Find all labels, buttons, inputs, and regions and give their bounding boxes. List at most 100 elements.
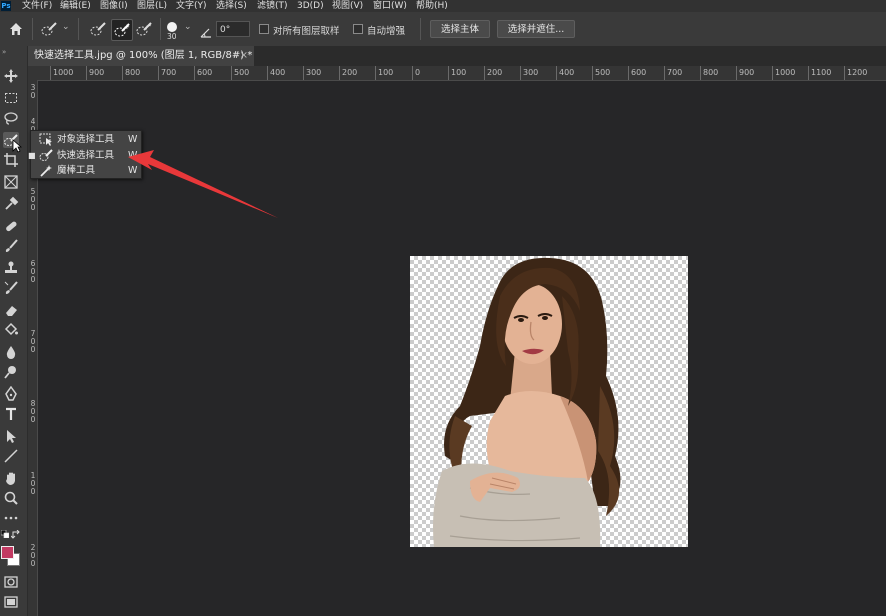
healing-brush-tool-icon[interactable] — [3, 218, 19, 234]
flyout-item-object-selection[interactable]: 对象选择工具 W — [31, 132, 141, 147]
menu-filter[interactable]: 滤镜(T) — [257, 0, 288, 12]
ruler-tick: 800 — [700, 66, 718, 80]
menu-layer[interactable]: 图层(L) — [137, 0, 167, 12]
ruler-tick: 0 — [30, 345, 36, 354]
history-brush-tool-icon[interactable] — [3, 280, 19, 296]
crop-tool-icon[interactable] — [3, 152, 19, 168]
screen-mode-icon[interactable] — [3, 594, 19, 610]
ruler-tick: 1000 — [772, 66, 795, 80]
horizontal-ruler[interactable]: 1000 900 800 700 600 500 400 300 200 100… — [38, 66, 886, 81]
flyout-item-label: 快速选择工具 — [57, 150, 115, 161]
home-icon[interactable] — [8, 21, 24, 37]
subtract-from-selection-brush-icon: − — [136, 22, 152, 36]
clone-stamp-tool-icon[interactable] — [3, 260, 19, 276]
svg-text:+: + — [124, 23, 130, 31]
more-tools-icon[interactable] — [3, 510, 19, 526]
ruler-tick: 0 — [30, 559, 36, 568]
brush-tool-icon[interactable] — [3, 238, 19, 254]
menu-view[interactable]: 视图(V) — [332, 0, 363, 12]
tool-preset-chevron-down-icon[interactable]: ⌄ — [62, 22, 70, 32]
ruler-tick: 500 — [231, 66, 249, 80]
subtract-from-selection-brush-button[interactable]: − — [134, 19, 154, 39]
object-selection-icon — [39, 133, 53, 146]
blur-tool-icon[interactable] — [3, 344, 19, 360]
magic-wand-icon — [39, 164, 53, 177]
ruler-tick: 1100 — [808, 66, 831, 80]
ruler-tick: 200 — [339, 66, 357, 80]
options-bar: ⌄ + − 30 ⌄ 0° 对所有图层取样 自动增强 选择主体 选择并遮住... — [0, 12, 886, 47]
flyout-item-label: 对象选择工具 — [57, 134, 115, 145]
tool-preset-quick-selection-icon[interactable] — [40, 20, 58, 38]
flyout-item-shortcut: W — [128, 134, 138, 145]
new-selection-brush-icon — [90, 22, 106, 36]
select-subject-button[interactable]: 选择主体 — [430, 20, 490, 38]
ruler-tick: 400 — [267, 66, 285, 80]
ruler-tick: 400 — [556, 66, 574, 80]
type-tool-icon[interactable] — [3, 406, 19, 422]
ruler-tick: 700 — [664, 66, 682, 80]
document-canvas[interactable] — [410, 256, 688, 547]
sample-all-layers-label: 对所有图层取样 — [273, 26, 340, 37]
brush-picker-icon[interactable] — [166, 18, 178, 32]
angle-field[interactable]: 0° — [216, 21, 250, 37]
flyout-item-quick-selection[interactable]: ■ 快速选择工具 W — [28, 148, 141, 163]
close-tab-icon[interactable]: × — [240, 46, 248, 66]
tools-panel: » — [0, 46, 28, 616]
dodge-tool-icon[interactable] — [3, 364, 19, 380]
line-tool-icon[interactable] — [3, 448, 19, 464]
ruler-tick: 0 — [30, 275, 36, 284]
ruler-tick: 100 — [375, 66, 393, 80]
portrait-photo — [433, 257, 621, 547]
quick-mask-icon[interactable] — [3, 574, 19, 590]
foreground-color-swatch[interactable] — [1, 546, 14, 559]
lasso-tool-icon[interactable] — [3, 110, 19, 126]
rectangular-marquee-tool-icon[interactable] — [3, 90, 19, 106]
default-colors-icon[interactable] — [1, 530, 9, 538]
ruler-tick: 100 — [448, 66, 466, 80]
photoshop-logo-icon: Ps — [1, 1, 11, 11]
menu-type[interactable]: 文字(Y) — [176, 0, 207, 12]
path-selection-tool-icon[interactable] — [3, 428, 19, 444]
flyout-item-magic-wand[interactable]: 魔棒工具 W — [31, 163, 141, 178]
menu-select[interactable]: 选择(S) — [216, 0, 247, 12]
selection-tools-flyout: 对象选择工具 W ■ 快速选择工具 W 魔棒工具 W — [28, 130, 142, 179]
move-tool-icon[interactable] — [3, 68, 19, 84]
panel-collapse-icon[interactable]: » — [2, 48, 6, 56]
ruler-tick: 900 — [736, 66, 754, 80]
menu-image[interactable]: 图像(I) — [100, 0, 128, 12]
ruler-tick: 0 — [30, 487, 36, 496]
ruler-tick: 0 — [30, 91, 36, 100]
eraser-tool-icon[interactable] — [3, 302, 19, 318]
zoom-tool-icon[interactable] — [3, 490, 19, 506]
ruler-origin[interactable] — [28, 66, 38, 80]
ruler-tick: 800 — [122, 66, 140, 80]
flyout-item-shortcut: W — [128, 165, 138, 176]
menu-file[interactable]: 文件(F) — [22, 0, 52, 12]
brush-size-value[interactable]: 30 — [167, 32, 177, 41]
ruler-tick: 600 — [194, 66, 212, 80]
menu-help[interactable]: 帮助(H) — [416, 0, 448, 12]
angle-icon — [200, 23, 212, 38]
new-selection-brush-button[interactable] — [88, 19, 108, 39]
brush-chevron-down-icon[interactable]: ⌄ — [184, 22, 192, 32]
menu-3d[interactable]: 3D(D) — [297, 0, 324, 12]
flyout-item-label: 魔棒工具 — [57, 165, 96, 176]
menu-edit[interactable]: 编辑(E) — [60, 0, 91, 12]
hand-tool-icon[interactable] — [3, 470, 19, 486]
sample-all-layers-checkbox[interactable] — [259, 24, 269, 34]
swap-colors-icon[interactable] — [11, 530, 21, 540]
eyedropper-tool-icon[interactable] — [3, 196, 19, 212]
add-to-selection-brush-button[interactable]: + — [111, 19, 133, 41]
active-tool-bullet-icon: ■ — [28, 151, 36, 160]
flyout-item-shortcut: W — [128, 150, 138, 161]
document-tab-bar: 快速选择工具.jpg @ 100% (图层 1, RGB/8#) * × — [28, 46, 886, 66]
document-tab[interactable]: 快速选择工具.jpg @ 100% (图层 1, RGB/8#) * × — [28, 46, 254, 66]
frame-tool-icon[interactable] — [3, 174, 19, 190]
pen-tool-icon[interactable] — [3, 386, 19, 402]
paint-bucket-tool-icon[interactable] — [3, 322, 19, 338]
select-and-mask-button[interactable]: 选择并遮住... — [497, 20, 575, 38]
ruler-tick: 500 — [592, 66, 610, 80]
menu-window[interactable]: 窗口(W) — [373, 0, 407, 12]
auto-enhance-checkbox[interactable] — [353, 24, 363, 34]
quick-selection-icon — [39, 149, 53, 162]
